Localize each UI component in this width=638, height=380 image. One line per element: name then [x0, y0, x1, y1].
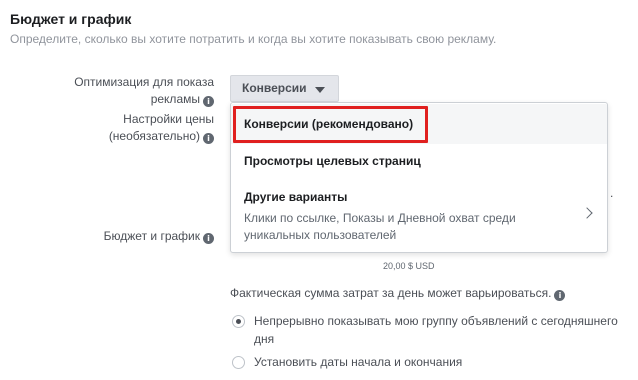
optimization-label: Оптимизация для показа рекламы i: [74, 74, 214, 108]
budget-label-text: Бюджет и график: [103, 229, 200, 243]
spend-note-text: Фактическая сумма затрат за день может в…: [230, 286, 552, 300]
optimization-dropdown-menu: Конверсии (рекомендовано) Просмотры целе…: [230, 102, 608, 253]
menu-item-other-options[interactable]: Другие варианты Клики по ссылке, Показы …: [231, 179, 607, 252]
section-subtitle: Определите, сколько вы хотите потратить …: [10, 32, 497, 46]
spend-note: Фактическая сумма затрат за день может в…: [230, 286, 566, 301]
menu-item-other-options-title: Другие варианты: [244, 190, 348, 204]
optimization-selected-value: Конверсии: [242, 81, 307, 95]
price-settings-label-line1: Настройки цены: [123, 112, 214, 126]
info-icon[interactable]: i: [203, 233, 214, 244]
info-icon[interactable]: i: [203, 96, 214, 107]
budget-amount: 20,00 $ USD: [383, 261, 435, 271]
menu-item-other-options-description: Клики по ссылке, Показы и Дневной охват …: [244, 211, 516, 242]
menu-item-landing-page-views[interactable]: Просмотры целевых страниц: [231, 144, 607, 179]
budget-label: Бюджет и график i: [104, 228, 214, 245]
chevron-right-icon: [581, 207, 593, 219]
radio-start-end-dates-label[interactable]: Установить даты начала и окончания: [254, 353, 462, 371]
info-icon[interactable]: i: [554, 290, 566, 301]
radio-continuous-label[interactable]: Непрерывно показывать мою группу объявле…: [254, 312, 626, 348]
occluded-text-fragment: .: [610, 186, 614, 200]
radio-start-end-dates[interactable]: [232, 356, 245, 369]
price-settings-label-line2: (необязательно): [108, 129, 200, 143]
info-icon[interactable]: i: [203, 133, 214, 144]
radio-continuous[interactable]: [232, 315, 245, 328]
optimization-label-line1: Оптимизация для показа: [74, 75, 214, 89]
menu-item-conversions[interactable]: Конверсии (рекомендовано): [231, 104, 607, 144]
price-settings-label: Настройки цены (необязательно) i: [109, 111, 214, 145]
optimization-label-line2: рекламы: [150, 92, 200, 106]
optimization-dropdown-button[interactable]: Конверсии: [230, 75, 339, 102]
section-title: Бюджет и график: [10, 11, 132, 27]
caret-down-icon: [315, 87, 325, 93]
